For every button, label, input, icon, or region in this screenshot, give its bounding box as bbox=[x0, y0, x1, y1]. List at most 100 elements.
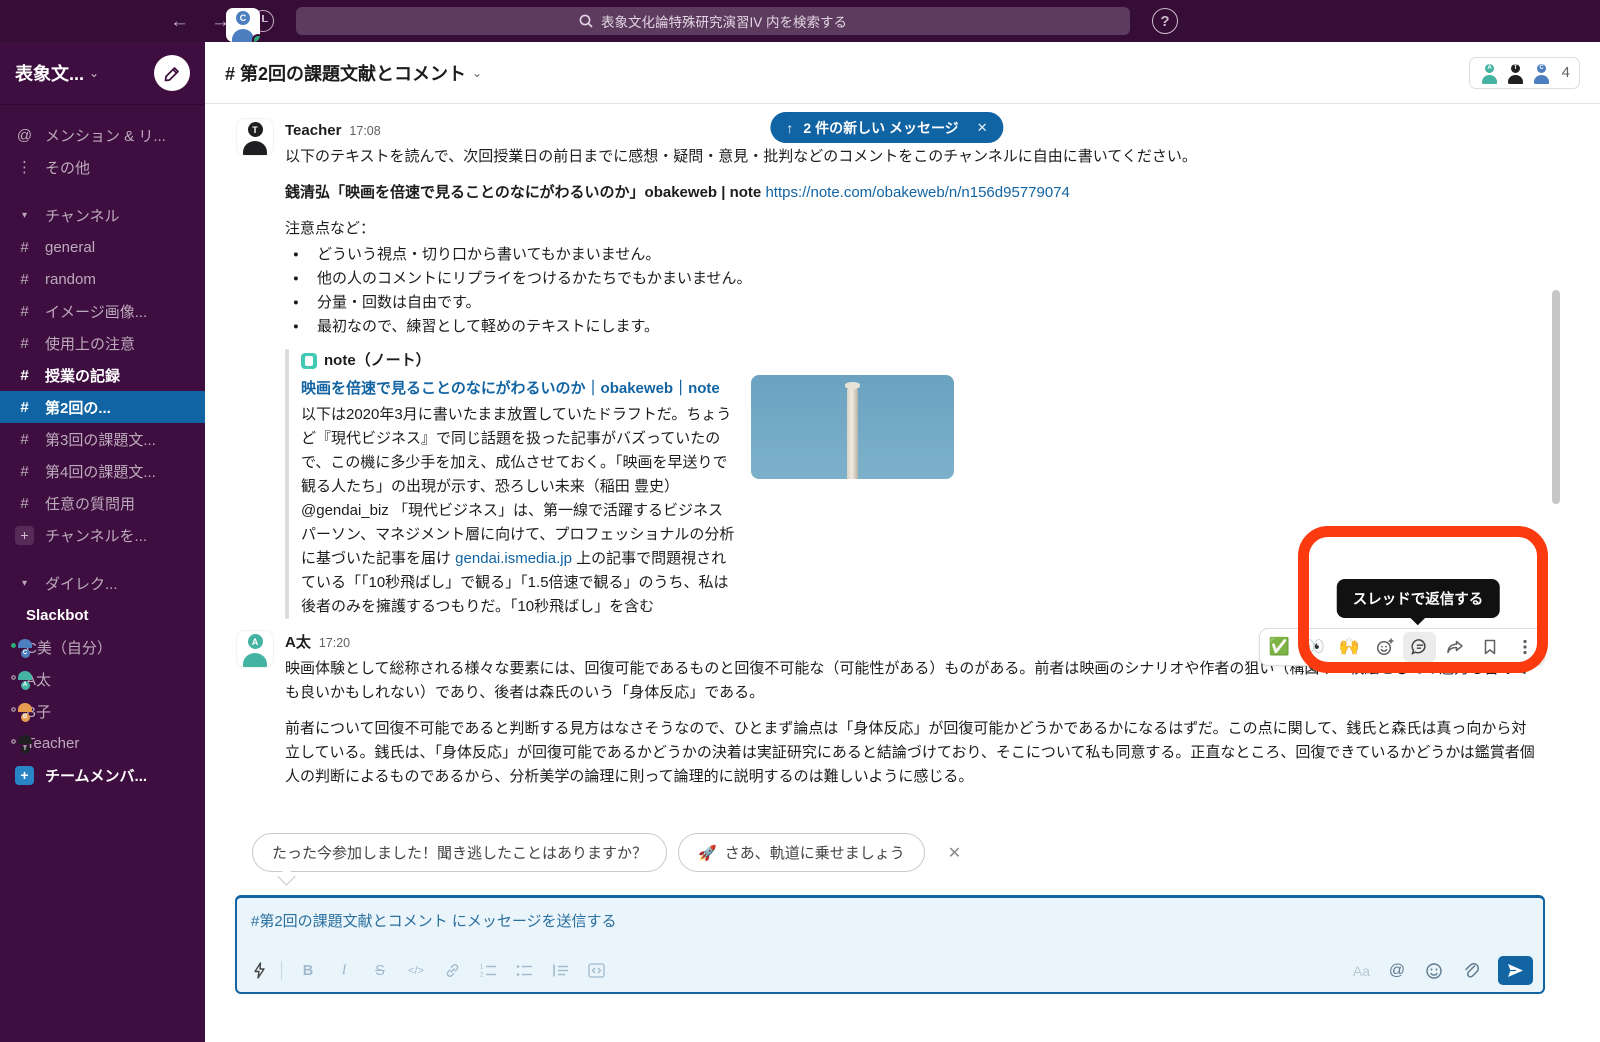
reading-assignment-line: 銭清弘「映画を倍速で見ることのなにがわるいのか」obakeweb | note … bbox=[285, 181, 1538, 205]
reply-in-thread-button[interactable] bbox=[1403, 632, 1436, 662]
italic-button[interactable]: I bbox=[334, 960, 354, 982]
svg-text:1: 1 bbox=[480, 965, 484, 971]
hash-icon: # bbox=[15, 495, 34, 512]
sidebar-channel-questions[interactable]: # 任意の質問用 bbox=[0, 487, 205, 519]
sidebar-channel-session2-selected[interactable]: # 第2回の... bbox=[0, 391, 205, 423]
caret-down-icon: ▾ bbox=[15, 210, 34, 221]
text-format-toggle[interactable]: Aa bbox=[1353, 963, 1370, 979]
message-author[interactable]: A太 bbox=[285, 631, 311, 655]
presence-offline-dot bbox=[9, 673, 18, 682]
suggestion-chip-1[interactable]: たった今参加しました！聞き逃したことはありますか？ bbox=[252, 833, 667, 872]
share-message-button[interactable] bbox=[1438, 632, 1471, 662]
help-icon[interactable]: ? bbox=[1152, 8, 1178, 34]
hash-icon: # bbox=[15, 367, 34, 384]
sidebar-channel-images[interactable]: # イメージ画像... bbox=[0, 295, 205, 327]
compose-icon bbox=[164, 65, 181, 82]
notes-label: 注意点など： bbox=[285, 217, 1538, 241]
sidebar-channel-session4[interactable]: # 第4回の課題文... bbox=[0, 455, 205, 487]
message-list: T Teacher 17:08 以下のテキストを読んで、次回授業日の前日までに感… bbox=[205, 105, 1600, 865]
sidebar-dm-teacher[interactable]: T Teacher bbox=[0, 727, 205, 759]
vertical-scrollbar[interactable] bbox=[1552, 290, 1560, 504]
add-reaction-button[interactable] bbox=[1368, 632, 1401, 662]
attach-file-button[interactable] bbox=[1461, 960, 1481, 982]
sidebar-dm-b[interactable]: B B子 bbox=[0, 695, 205, 727]
bold-button[interactable]: B bbox=[298, 960, 318, 982]
dms-section-header[interactable]: ▾ ダイレク... bbox=[0, 567, 205, 599]
workspace-switcher[interactable]: 表象文... ⌄ bbox=[15, 60, 99, 86]
close-icon[interactable]: ✕ bbox=[948, 843, 961, 863]
channel-header: # 第2回の課題文献とコメント ⌄ A T C 4 bbox=[205, 42, 1600, 104]
search-icon bbox=[579, 14, 593, 28]
save-message-button[interactable] bbox=[1473, 632, 1506, 662]
message-input[interactable]: #第2回の課題文献とコメント にメッセージを送信する bbox=[237, 898, 1543, 943]
mention-button[interactable]: @ bbox=[1387, 960, 1407, 982]
hash-icon: # bbox=[15, 463, 34, 480]
strikethrough-button[interactable]: S bbox=[370, 960, 390, 982]
react-raised-hands-button[interactable]: 🙌 bbox=[1333, 632, 1366, 662]
message-timestamp[interactable]: 17:08 bbox=[349, 119, 380, 143]
bullet-list-button[interactable] bbox=[514, 960, 534, 982]
emoji-icon bbox=[1425, 962, 1443, 980]
thread-tooltip: スレッドで返信する bbox=[1337, 579, 1500, 618]
sidebar-dm-slackbot[interactable]: Slackbot bbox=[0, 599, 205, 631]
suggestion-chip-2[interactable]: 🚀 さあ、軌道に乗せましょう bbox=[678, 833, 925, 872]
channels-section-header[interactable]: ▾ チャンネル bbox=[0, 199, 205, 231]
article-thumbnail[interactable] bbox=[751, 375, 954, 479]
sidebar: 表象文... ⌄ @ メンション & リ... ⋮ その他 ▾ チャンネル # bbox=[0, 42, 205, 1042]
kebab-menu-icon bbox=[1516, 638, 1534, 656]
sidebar-channel-general[interactable]: # general bbox=[0, 231, 205, 263]
sidebar-item-more[interactable]: ⋮ その他 bbox=[0, 151, 205, 183]
message-timestamp[interactable]: 17:20 bbox=[319, 631, 350, 655]
shortcuts-button[interactable] bbox=[249, 960, 269, 982]
message-author[interactable]: Teacher bbox=[285, 119, 341, 143]
add-reaction-icon bbox=[1375, 637, 1395, 657]
sidebar-channel-usage-notes[interactable]: # 使用上の注意 bbox=[0, 327, 205, 359]
new-messages-banner[interactable]: ↑ 2 件の新しい メッセージ ✕ bbox=[770, 112, 1003, 143]
close-icon[interactable]: ✕ bbox=[977, 120, 988, 136]
more-actions-button[interactable] bbox=[1508, 632, 1541, 662]
list-item: どういう視点・切り口から書いてもかまいません。 bbox=[285, 243, 1538, 267]
code-block-button[interactable] bbox=[586, 960, 606, 982]
message-avatar[interactable]: A bbox=[237, 631, 273, 667]
add-teammates-button[interactable]: + チームメンバ... bbox=[0, 759, 205, 791]
plus-icon: + bbox=[15, 526, 34, 545]
hash-icon: # bbox=[15, 303, 34, 320]
link-button[interactable] bbox=[442, 960, 462, 982]
link-icon bbox=[444, 962, 461, 979]
arrow-up-icon: ↑ bbox=[786, 120, 793, 136]
paperclip-icon bbox=[1463, 962, 1479, 980]
react-check-button[interactable]: ✅ bbox=[1263, 632, 1296, 662]
sidebar-dm-a[interactable]: A A太 bbox=[0, 663, 205, 695]
message-teacher: T Teacher 17:08 以下のテキストを読んで、次回授業日の前日までに感… bbox=[205, 111, 1600, 623]
sidebar-channel-random[interactable]: # random bbox=[0, 263, 205, 295]
blockquote-icon bbox=[552, 963, 569, 978]
member-count-button[interactable]: A T C 4 bbox=[1469, 57, 1580, 89]
new-message-button[interactable] bbox=[154, 55, 190, 91]
back-icon[interactable]: ← bbox=[170, 12, 189, 31]
thread-icon bbox=[1410, 637, 1430, 657]
message-avatar[interactable]: T bbox=[237, 119, 273, 155]
workspace-header: 表象文... ⌄ bbox=[0, 42, 205, 105]
note-url-link[interactable]: https://note.com/obakeweb/n/n156d9577907… bbox=[765, 184, 1069, 201]
channel-title[interactable]: # 第2回の課題文献とコメント ⌄ bbox=[225, 60, 482, 86]
sidebar-channel-class-records[interactable]: # 授業の記録 bbox=[0, 359, 205, 391]
message-text: 以下のテキストを読んで、次回授業日の前日までに感想・疑問・意見・批判などのコメン… bbox=[285, 145, 1538, 169]
emoji-button[interactable] bbox=[1424, 960, 1444, 982]
search-input[interactable]: 表象文化論特殊研究演習IV 内を検索する bbox=[296, 7, 1130, 35]
ordered-list-button[interactable]: 12 bbox=[478, 960, 498, 982]
sidebar-dm-self[interactable]: C C美（自分） bbox=[0, 631, 205, 663]
code-button[interactable]: </> bbox=[406, 960, 426, 982]
send-button[interactable] bbox=[1498, 956, 1533, 985]
article-title-link[interactable]: 映画を倍速で見ることのなにがわるいのか｜obakeweb｜note bbox=[301, 377, 735, 401]
add-channel-button[interactable]: + チャンネルを... bbox=[0, 519, 205, 551]
react-eyes-button[interactable]: 👀 bbox=[1298, 632, 1331, 662]
article-description: 以下は2020年3月に書いたまま放置していたドラフトだ。ちょうど『現代ビジネス』… bbox=[301, 403, 735, 619]
divider bbox=[281, 961, 282, 980]
sidebar-item-mentions[interactable]: @ メンション & リ... bbox=[0, 119, 205, 151]
sidebar-channel-session3[interactable]: # 第3回の課題文... bbox=[0, 423, 205, 455]
presence-online-dot bbox=[9, 641, 18, 650]
list-item: 分量・回数は自由です。 bbox=[285, 291, 1538, 315]
user-avatar[interactable]: C bbox=[226, 8, 260, 42]
blockquote-button[interactable] bbox=[550, 960, 570, 982]
gendai-link[interactable]: gendai.ismedia.jp bbox=[455, 550, 572, 567]
